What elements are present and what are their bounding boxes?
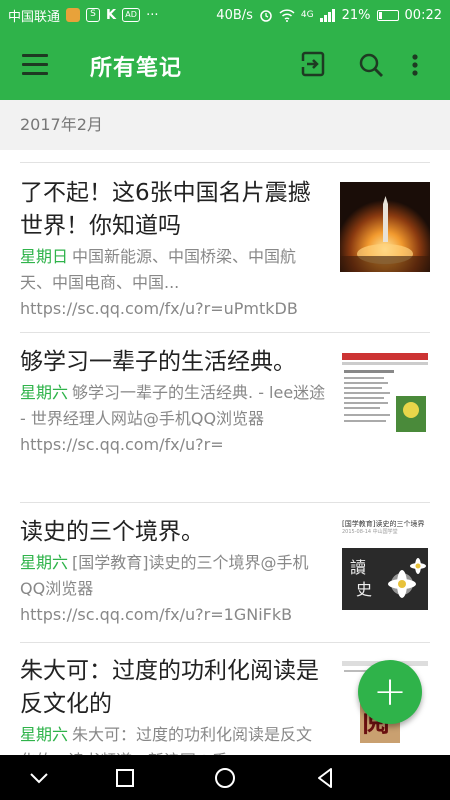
hide-nav-icon[interactable] bbox=[26, 765, 52, 791]
divider bbox=[20, 642, 430, 643]
webpage-thumbnail bbox=[340, 350, 430, 440]
add-note-button[interactable]: + bbox=[358, 660, 422, 724]
divider bbox=[20, 332, 430, 333]
note-item[interactable]: 了不起！这6张中国名片震撼世界！你知道吗 星期日 中国新能源、中国桥梁、中国航天、… bbox=[20, 177, 430, 322]
note-day: 星期六 bbox=[20, 383, 69, 402]
note-url: https://sc.qq.com/fx/u?r=uPmtkDB bbox=[20, 299, 298, 318]
network-speed: 40B/s bbox=[216, 7, 253, 23]
more-icon[interactable] bbox=[408, 50, 422, 80]
note-day: 星期六 bbox=[20, 725, 69, 744]
thumb-calligraphy: 讀 bbox=[350, 558, 367, 577]
note-title: 读史的三个境界。 bbox=[20, 519, 204, 545]
status-bar: 中国联通 S K AD ··· 40B/s 4G 21% 00:22 bbox=[0, 0, 450, 30]
back-icon[interactable] bbox=[312, 765, 338, 791]
search-icon[interactable] bbox=[356, 50, 386, 80]
rocket-launch-thumbnail bbox=[340, 182, 430, 272]
note-item[interactable]: 读史的三个境界。 星期六 [国学教育]读史的三个境界@手机QQ浏览器 https:… bbox=[20, 516, 430, 628]
carrier-label: 中国联通 bbox=[8, 9, 61, 25]
note-day: 星期六 bbox=[20, 553, 69, 572]
note-day: 星期日 bbox=[20, 247, 69, 266]
thumb-calligraphy: 史 bbox=[356, 580, 373, 599]
sync-icon[interactable] bbox=[298, 50, 328, 80]
battery-icon bbox=[376, 9, 399, 21]
note-snippet: 星期六 够学习一辈子的生活经典. - lee迷途 - 世界经理人网站@手机QQ浏览… bbox=[20, 380, 328, 458]
month-section-header: 2017年2月 bbox=[0, 100, 450, 150]
clock: 00:22 bbox=[404, 7, 442, 23]
note-snippet: 星期六朱大可：过度的功利化阅读是反文化的 - 读书频道 - 新浪网@手 bbox=[20, 722, 328, 755]
note-title: 了不起！这6张中国名片震撼世界！你知道吗 bbox=[20, 180, 311, 239]
more-notifications-icon: ··· bbox=[146, 7, 159, 23]
add-icon: + bbox=[373, 669, 407, 715]
system-nav-bar bbox=[0, 755, 450, 800]
note-snippet: 星期日 中国新能源、中国桥梁、中国航天、中国电商、中国... bbox=[20, 244, 328, 296]
network-type: 4G bbox=[300, 10, 314, 20]
thumb-title: [国学教育]读史的三个境界 bbox=[342, 520, 425, 528]
note-title: 够学习一辈子的生活经典。 bbox=[20, 349, 296, 375]
page-title: 所有笔记 bbox=[90, 56, 183, 81]
k-icon: K bbox=[106, 7, 117, 23]
divider bbox=[20, 502, 430, 503]
home-icon[interactable] bbox=[212, 765, 238, 791]
ad-icon: AD bbox=[122, 8, 141, 22]
note-title: 朱大可：过度的功利化阅读是反文化的 bbox=[20, 658, 319, 717]
divider bbox=[20, 162, 430, 163]
app-notification-icon: S bbox=[86, 8, 101, 22]
notification-icon bbox=[66, 8, 81, 22]
app-bar: 所有笔记 bbox=[0, 30, 450, 100]
article-thumbnail: [国学教育]读史的三个境界 2015-08-14 中山国学堂 讀 史 bbox=[340, 520, 430, 610]
alarm-icon bbox=[260, 10, 272, 22]
menu-icon[interactable] bbox=[22, 54, 48, 76]
thumb-meta: 2015-08-14 中山国学堂 bbox=[342, 529, 398, 535]
signal-icon bbox=[319, 8, 335, 22]
note-url: https://sc.qq.com/fx/u?r=1GNiFkB bbox=[20, 605, 293, 624]
note-snippet: 星期六 [国学教育]读史的三个境界@手机QQ浏览器 bbox=[20, 550, 328, 602]
recent-apps-icon[interactable] bbox=[112, 765, 138, 791]
battery-percent: 21% bbox=[341, 7, 371, 23]
note-item[interactable]: 够学习一辈子的生活经典。 星期六 够学习一辈子的生活经典. - lee迷途 - 世… bbox=[20, 346, 430, 458]
wifi-icon bbox=[279, 8, 295, 22]
